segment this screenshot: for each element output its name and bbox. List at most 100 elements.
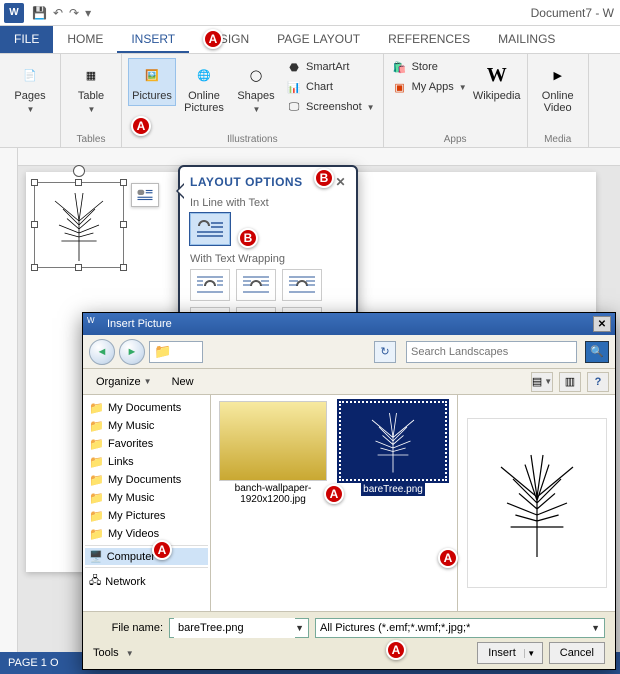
qat-save-icon[interactable]: 💾 bbox=[32, 6, 47, 20]
rotate-handle[interactable] bbox=[73, 165, 85, 177]
window-title: Document7 - W bbox=[531, 6, 614, 20]
tree-item[interactable]: 📁My Music bbox=[85, 489, 208, 507]
online-video-label: Online Video bbox=[537, 91, 579, 114]
callout-close-icon[interactable]: ✕ bbox=[335, 175, 346, 189]
nav-forward-icon[interactable]: ► bbox=[119, 339, 145, 365]
badge-a: A bbox=[386, 640, 406, 660]
screenshot-icon: 🖵 bbox=[286, 99, 302, 115]
tree-item[interactable]: 📁My Documents bbox=[85, 399, 208, 417]
layout-options-button[interactable] bbox=[131, 183, 159, 207]
qat-redo-icon[interactable]: ↷ bbox=[69, 6, 79, 20]
my-apps-button[interactable]: ▣My Apps▼ bbox=[390, 78, 469, 96]
tab-home[interactable]: HOME bbox=[53, 26, 117, 53]
table-button[interactable]: ▦ Table ▼ bbox=[67, 58, 115, 117]
tree-item[interactable]: 📁Links bbox=[85, 453, 208, 471]
wrap-square[interactable] bbox=[190, 269, 230, 301]
help-icon[interactable]: ? bbox=[587, 372, 609, 392]
pictures-button[interactable]: 🖼️ Pictures bbox=[128, 58, 176, 106]
tools-button[interactable]: Tools bbox=[93, 647, 119, 659]
preview-pane bbox=[457, 395, 615, 611]
tree-network[interactable]: 🖧Network bbox=[85, 570, 208, 593]
section-wrap: With Text Wrapping bbox=[190, 253, 346, 265]
preview-image bbox=[477, 428, 597, 578]
wrap-through[interactable] bbox=[282, 269, 322, 301]
shapes-label: Shapes bbox=[237, 91, 274, 103]
folder-icon: 📁 bbox=[89, 491, 104, 505]
file-filter-combo[interactable]: All Pictures (*.emf;*.wmf;*.jpg;*▼ bbox=[315, 618, 605, 638]
wrap-tight[interactable] bbox=[236, 269, 276, 301]
tree-computer[interactable]: 🖥️Computer bbox=[85, 548, 208, 565]
organize-button[interactable]: Organize▼ bbox=[89, 373, 159, 391]
filename-label: File name: bbox=[93, 622, 163, 634]
ruler-horizontal bbox=[18, 148, 620, 166]
dialog-close-icon[interactable]: ✕ bbox=[593, 316, 611, 332]
file-thumbnail-selected[interactable]: bareTree.png bbox=[337, 401, 449, 496]
dialog-title: Insert Picture bbox=[107, 318, 172, 330]
preview-pane-button[interactable]: ▥ bbox=[559, 372, 581, 392]
wrap-inline[interactable] bbox=[190, 213, 230, 245]
online-video-button[interactable]: ▶ Online Video bbox=[534, 58, 582, 117]
ribbon: 📄 Pages ▼ ▦ Table ▼ Tables 🖼️ Pictures 🌐 bbox=[0, 54, 620, 148]
insert-dropdown-icon[interactable]: ▼ bbox=[524, 649, 538, 658]
tab-design[interactable]: DESIGN bbox=[189, 26, 263, 53]
smartart-button[interactable]: ⬣SmartArt bbox=[284, 58, 377, 76]
tab-references[interactable]: REFERENCES bbox=[374, 26, 484, 53]
wikipedia-label: Wikipedia bbox=[473, 91, 521, 103]
views-button[interactable]: ▤▼ bbox=[531, 372, 553, 392]
tree-item[interactable]: 📁My Music bbox=[85, 417, 208, 435]
tree-item[interactable]: 📁My Videos bbox=[85, 525, 208, 543]
store-icon: 🛍️ bbox=[392, 59, 408, 75]
badge-a: A bbox=[324, 484, 344, 504]
badge-a: A bbox=[203, 29, 223, 49]
online-pictures-icon: 🌐 bbox=[190, 61, 218, 89]
pages-icon: 📄 bbox=[16, 61, 44, 89]
pages-label: Pages bbox=[14, 91, 45, 103]
address-bar[interactable]: 📁 bbox=[149, 341, 203, 363]
badge-b: B bbox=[314, 168, 334, 188]
filename-input[interactable] bbox=[174, 618, 295, 638]
online-pictures-button[interactable]: 🌐 Online Pictures bbox=[180, 58, 228, 117]
section-inline: In Line with Text bbox=[190, 197, 346, 209]
qat-dropdown-icon[interactable]: ▾ bbox=[85, 6, 91, 20]
badge-a: A bbox=[131, 116, 151, 136]
screenshot-button[interactable]: 🖵Screenshot▼ bbox=[284, 98, 377, 116]
word-badge: W bbox=[4, 3, 24, 23]
online-video-icon: ▶ bbox=[544, 61, 572, 89]
new-folder-button[interactable]: New bbox=[165, 373, 201, 391]
group-media-label: Media bbox=[544, 132, 571, 145]
badge-b: B bbox=[238, 228, 258, 248]
qat-undo-icon[interactable]: ↶ bbox=[53, 6, 63, 20]
tab-insert[interactable]: INSERT bbox=[117, 26, 189, 53]
folder-icon: 📁 bbox=[89, 437, 104, 451]
wikipedia-button[interactable]: W Wikipedia bbox=[473, 58, 521, 106]
callout-title: LAYOUT OPTIONS bbox=[190, 175, 303, 189]
tab-page-layout[interactable]: PAGE LAYOUT bbox=[263, 26, 374, 53]
file-thumbnail[interactable]: banch-wallpaper-1920x1200.jpg bbox=[217, 401, 329, 505]
chart-icon: 📊 bbox=[286, 79, 302, 95]
folder-tree[interactable]: 📁My Documents 📁My Music 📁Favorites 📁Link… bbox=[83, 395, 211, 611]
tree-item[interactable]: 📁Favorites bbox=[85, 435, 208, 453]
nav-back-icon[interactable]: ◄ bbox=[89, 339, 115, 365]
tab-mailings[interactable]: MAILINGS bbox=[484, 26, 569, 53]
cancel-button[interactable]: Cancel bbox=[549, 642, 605, 664]
table-icon: ▦ bbox=[77, 61, 105, 89]
chart-button[interactable]: 📊Chart bbox=[284, 78, 377, 96]
pictures-label: Pictures bbox=[132, 91, 172, 103]
tree-item[interactable]: 📁My Pictures bbox=[85, 507, 208, 525]
tab-file[interactable]: FILE bbox=[0, 26, 53, 53]
selected-picture[interactable] bbox=[34, 182, 124, 268]
search-go-icon[interactable]: 🔍 bbox=[585, 341, 609, 363]
shapes-button[interactable]: ◯ Shapes ▼ bbox=[232, 58, 280, 117]
tree-item[interactable]: 📁My Documents bbox=[85, 471, 208, 489]
insert-picture-dialog: W Insert Picture ✕ ◄ ► 📁 ↻ 🔍 Organize▼ N… bbox=[82, 312, 616, 670]
insert-button[interactable]: Insert▼ bbox=[477, 642, 543, 664]
group-tables-label: Tables bbox=[77, 132, 106, 145]
search-box[interactable] bbox=[406, 341, 577, 363]
folder-icon: 📁 bbox=[89, 473, 104, 487]
computer-icon: 🖥️ bbox=[89, 550, 103, 563]
refresh-icon[interactable]: ↻ bbox=[374, 341, 396, 363]
pages-button[interactable]: 📄 Pages ▼ bbox=[6, 58, 54, 117]
online-pictures-label: Online Pictures bbox=[183, 91, 225, 114]
search-input[interactable] bbox=[411, 346, 572, 358]
store-button[interactable]: 🛍️Store bbox=[390, 58, 469, 76]
